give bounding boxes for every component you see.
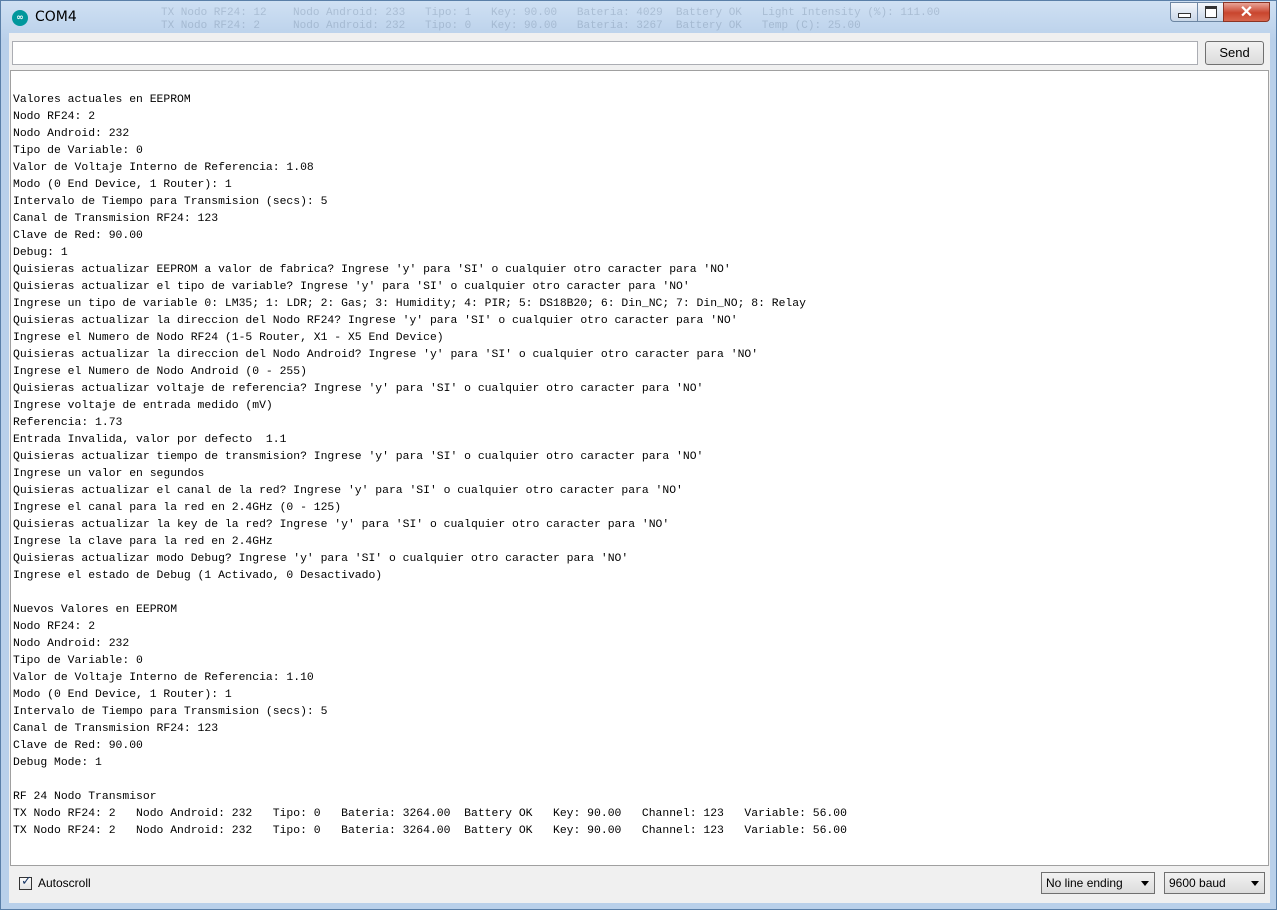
autoscroll-checkbox[interactable]: ✓ — [19, 873, 32, 890]
maximize-button[interactable] — [1197, 2, 1223, 22]
output-line: Quisieras actualizar voltaje de referenc… — [13, 383, 704, 395]
output-line: Nodo RF24: 2 — [13, 621, 96, 633]
output-line: Ingrese un valor en segundos — [13, 468, 205, 480]
output-line: Modo (0 End Device, 1 Router): 1 — [13, 689, 232, 701]
output-line: Quisieras actualizar la key de la red? I… — [13, 519, 670, 531]
output-line: Quisieras actualizar el tipo de variable… — [13, 281, 690, 293]
close-button[interactable]: ✕ — [1223, 2, 1270, 22]
output-line: Clave de Red: 90.00 — [13, 740, 143, 752]
minimize-icon — [1177, 12, 1191, 18]
send-row: Send — [9, 33, 1270, 71]
baud-rate-value: 9600 baud — [1169, 876, 1226, 890]
output-line: Canal de Transmision RF24: 123 — [13, 213, 219, 225]
send-button[interactable]: Send — [1205, 41, 1264, 65]
chevron-down-icon — [1251, 881, 1259, 886]
output-line: Valores actuales en EEPROM — [13, 94, 191, 106]
minimize-button[interactable] — [1170, 2, 1197, 22]
autoscroll-label: Autoscroll — [38, 876, 91, 890]
output-line: Tipo de Variable: 0 — [13, 655, 143, 667]
output-line: Nuevos Valores en EEPROM — [13, 604, 178, 616]
output-line: Entrada Invalida, valor por defecto 1.1 — [13, 434, 287, 446]
window-title: COM4 — [35, 9, 77, 25]
output-line: Valor de Voltaje Interno de Referencia: … — [13, 672, 314, 684]
output-line: Ingrese el Numero de Nodo Android (0 - 2… — [13, 366, 307, 378]
monitor-content: Send Valores actuales en EEPROM Nodo RF24… — [9, 33, 1270, 903]
output-line: RF 24 Nodo Transmisor — [13, 791, 157, 803]
output-line: Quisieras actualizar la direccion del No… — [13, 315, 738, 327]
output-line: Ingrese la clave para la red en 2.4GHz — [13, 536, 273, 548]
serial-input[interactable] — [12, 41, 1198, 65]
chevron-down-icon — [1141, 881, 1149, 886]
close-icon: ✕ — [1239, 4, 1254, 21]
output-line: Nodo RF24: 2 — [13, 111, 96, 123]
output-line: Valor de Voltaje Interno de Referencia: … — [13, 162, 314, 174]
output-line: Debug: 1 — [13, 247, 68, 259]
output-line: Quisieras actualizar el canal de la red?… — [13, 485, 683, 497]
checkmark-icon: ✓ — [21, 873, 32, 889]
output-line: TX Nodo RF24: 2 Nodo Android: 232 Tipo: … — [13, 825, 847, 837]
window-controls: ✕ — [1170, 2, 1270, 24]
line-ending-value: No line ending — [1046, 876, 1123, 890]
output-line: TX Nodo RF24: 2 Nodo Android: 232 Tipo: … — [13, 808, 847, 820]
serial-output[interactable]: Valores actuales en EEPROM Nodo RF24: 2 No… — [10, 70, 1269, 866]
output-line: Nodo Android: 232 — [13, 638, 130, 650]
output-line: Modo (0 End Device, 1 Router): 1 — [13, 179, 232, 191]
output-line: Ingrese el Numero de Nodo RF24 (1-5 Rout… — [13, 332, 444, 344]
output-line: Referencia: 1.73 — [13, 417, 123, 429]
autoscroll-toggle[interactable]: ✓ Autoscroll — [19, 873, 91, 890]
output-line: Ingrese el canal para la red en 2.4GHz (… — [13, 502, 342, 514]
output-line: Clave de Red: 90.00 — [13, 230, 143, 242]
output-line: Canal de Transmision RF24: 123 — [13, 723, 219, 735]
output-line: Debug Mode: 1 — [13, 757, 102, 769]
output-line: Quisieras actualizar tiempo de transmisi… — [13, 451, 704, 463]
title-bar[interactable]: ∞ COM4 TX Nodo RF24: 12 Nodo Android: 23… — [1, 1, 1276, 35]
status-bar: ✓ Autoscroll No line ending 9600 baud — [9, 866, 1270, 903]
baud-rate-select[interactable]: 9600 baud — [1164, 872, 1265, 894]
background-window-text: TX Nodo RF24: 12 Nodo Android: 233 Tipo:… — [161, 7, 940, 32]
output-line: Intervalo de Tiempo para Transmision (se… — [13, 706, 328, 718]
arduino-icon: ∞ — [12, 10, 28, 26]
output-line: Nodo Android: 232 — [13, 128, 130, 140]
output-line: Quisieras actualizar EEPROM a valor de f… — [13, 264, 731, 276]
output-line: Ingrese un tipo de variable 0: LM35; 1: … — [13, 298, 806, 310]
output-line: Tipo de Variable: 0 — [13, 145, 143, 157]
line-ending-select[interactable]: No line ending — [1041, 872, 1155, 894]
serial-monitor-window: ∞ COM4 TX Nodo RF24: 12 Nodo Android: 23… — [0, 0, 1277, 910]
output-line: Quisieras actualizar la direccion del No… — [13, 349, 759, 361]
maximize-icon — [1204, 6, 1217, 18]
output-line: Ingrese voltaje de entrada medido (mV) — [13, 400, 273, 412]
output-line: Quisieras actualizar modo Debug? Ingrese… — [13, 553, 629, 565]
output-line: Intervalo de Tiempo para Transmision (se… — [13, 196, 328, 208]
output-line: Ingrese el estado de Debug (1 Activado, … — [13, 570, 383, 582]
